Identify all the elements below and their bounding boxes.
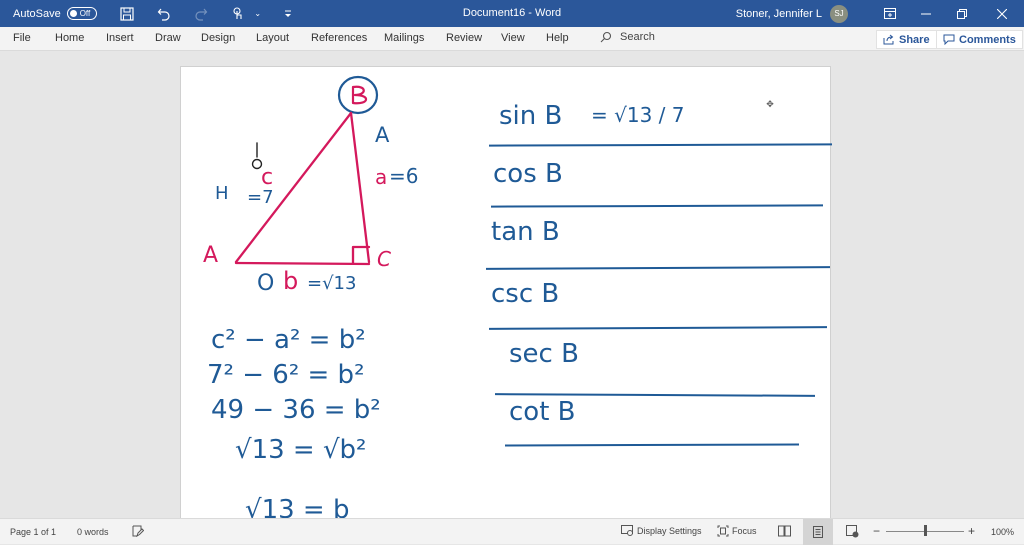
undo-icon[interactable] xyxy=(156,6,172,22)
trig-row-tan: tan B xyxy=(491,217,560,247)
web-layout-icon[interactable] xyxy=(846,525,859,540)
trig-row-sec: sec B xyxy=(509,339,579,369)
tab-review[interactable]: Review xyxy=(446,32,482,44)
tab-home[interactable]: Home xyxy=(55,32,84,44)
proofing-icon[interactable] xyxy=(132,525,145,539)
comment-icon xyxy=(943,34,955,45)
trig-row-line xyxy=(488,326,828,330)
label-side-a-value: =6 xyxy=(389,164,419,188)
trig-label: csc B xyxy=(491,279,560,309)
display-settings-button[interactable]: Display Settings xyxy=(621,525,702,536)
trig-row-line xyxy=(504,443,800,447)
focus-button[interactable]: Focus xyxy=(717,525,757,537)
tab-view[interactable]: View xyxy=(501,32,525,44)
page-info[interactable]: Page 1 of 1 xyxy=(10,527,56,537)
toggle-knob xyxy=(69,10,77,17)
work-line: 7² − 6² = b² xyxy=(207,360,365,390)
save-icon[interactable] xyxy=(119,6,135,22)
trig-row-sin: sin B = √13 / 7 xyxy=(499,95,829,145)
trig-label: sin B xyxy=(499,101,563,131)
redo-icon[interactable] xyxy=(193,6,209,22)
label-side-b: b xyxy=(283,267,299,295)
label-side-c-value: =7 xyxy=(247,187,274,208)
trig-label: cos B xyxy=(493,159,563,189)
close-icon[interactable] xyxy=(980,0,1024,27)
label-side-b-value: =√13 xyxy=(307,273,357,294)
search-box[interactable]: Search xyxy=(600,31,655,43)
tab-references[interactable]: References xyxy=(311,32,367,44)
tab-draw[interactable]: Draw xyxy=(155,32,181,44)
trig-row-csc: csc B xyxy=(491,279,559,309)
share-button[interactable]: Share xyxy=(876,30,937,49)
read-mode-icon[interactable] xyxy=(778,525,791,539)
autosave-state: Off xyxy=(79,9,91,18)
comments-label: Comments xyxy=(959,33,1016,46)
trig-value: = √13 / 7 xyxy=(591,103,685,127)
minimize-icon[interactable] xyxy=(908,0,944,27)
trig-row-cos: cos B xyxy=(493,159,563,189)
zoom-slider-thumb[interactable] xyxy=(924,525,927,536)
tab-file[interactable]: File xyxy=(13,32,31,44)
share-label: Share xyxy=(899,33,930,46)
tab-layout[interactable]: Layout xyxy=(256,32,289,44)
ribbon-tabs: File Home Insert Draw Design Layout Refe… xyxy=(0,27,1024,51)
trig-row-line xyxy=(488,143,833,147)
status-bar: Page 1 of 1 0 words Display Settings Foc… xyxy=(0,518,1024,545)
trig-label: cot B xyxy=(509,397,576,427)
search-label: Search xyxy=(620,31,655,43)
word-count[interactable]: 0 words xyxy=(77,527,109,537)
label-hypotenuse-h: H xyxy=(215,183,229,204)
work-line: 49 − 36 = b² xyxy=(211,395,381,425)
label-vertex-a: A xyxy=(203,243,219,268)
trig-row-line xyxy=(490,204,824,208)
avatar[interactable]: SJ xyxy=(830,4,848,23)
document-area[interactable]: A C A a =6 H c =7 O b =√13 c² − a² = b² … xyxy=(0,52,1024,518)
share-icon xyxy=(883,34,894,45)
zoom-out-button[interactable]: − xyxy=(873,524,880,538)
zoom-in-button[interactable]: + xyxy=(968,524,975,538)
label-opposite-a: A xyxy=(375,123,390,147)
tab-help[interactable]: Help xyxy=(546,32,569,44)
tab-design[interactable]: Design xyxy=(201,32,235,44)
label-vertex-c: C xyxy=(377,247,391,271)
autosave-toggle[interactable]: Off xyxy=(66,7,97,20)
display-settings-label: Display Settings xyxy=(637,525,702,536)
focus-icon xyxy=(717,525,729,537)
touch-mode-icon[interactable] xyxy=(230,6,246,22)
work-line: c² − a² = b² xyxy=(211,325,366,355)
label-side-a: a xyxy=(375,165,388,189)
comments-button[interactable]: Comments xyxy=(936,30,1023,49)
trig-label: sec B xyxy=(509,339,579,369)
customize-quick-access-icon[interactable] xyxy=(280,6,296,22)
trig-row-cot: cot B xyxy=(509,397,576,427)
title-bar: Document16 - Word AutoSave Off ⌄ Stoner,… xyxy=(0,0,1024,27)
print-layout-icon xyxy=(813,526,823,538)
tab-mailings[interactable]: Mailings xyxy=(384,32,424,44)
touch-mode-dropdown-icon[interactable]: ⌄ xyxy=(250,6,266,22)
trig-label: tan B xyxy=(491,217,560,247)
label-adjacent-o: O xyxy=(257,271,275,296)
work-line: √13 = √b² xyxy=(235,435,367,465)
tab-insert[interactable]: Insert xyxy=(106,32,134,44)
autosave-label: AutoSave xyxy=(13,7,61,20)
zoom-percent[interactable]: 100% xyxy=(991,527,1014,537)
display-settings-icon xyxy=(621,525,633,536)
ribbon-display-options-icon[interactable] xyxy=(872,0,908,27)
focus-label: Focus xyxy=(732,526,757,536)
work-line: √13 = b xyxy=(245,495,350,518)
document-page[interactable]: A C A a =6 H c =7 O b =√13 c² − a² = b² … xyxy=(180,66,833,518)
user-name[interactable]: Stoner, Jennifer L xyxy=(736,8,822,20)
search-icon xyxy=(600,31,612,43)
trig-row-line xyxy=(485,266,831,270)
restore-icon[interactable] xyxy=(944,0,980,27)
print-layout-button[interactable] xyxy=(803,519,833,545)
move-handle-icon[interactable]: ✥ xyxy=(765,99,775,109)
